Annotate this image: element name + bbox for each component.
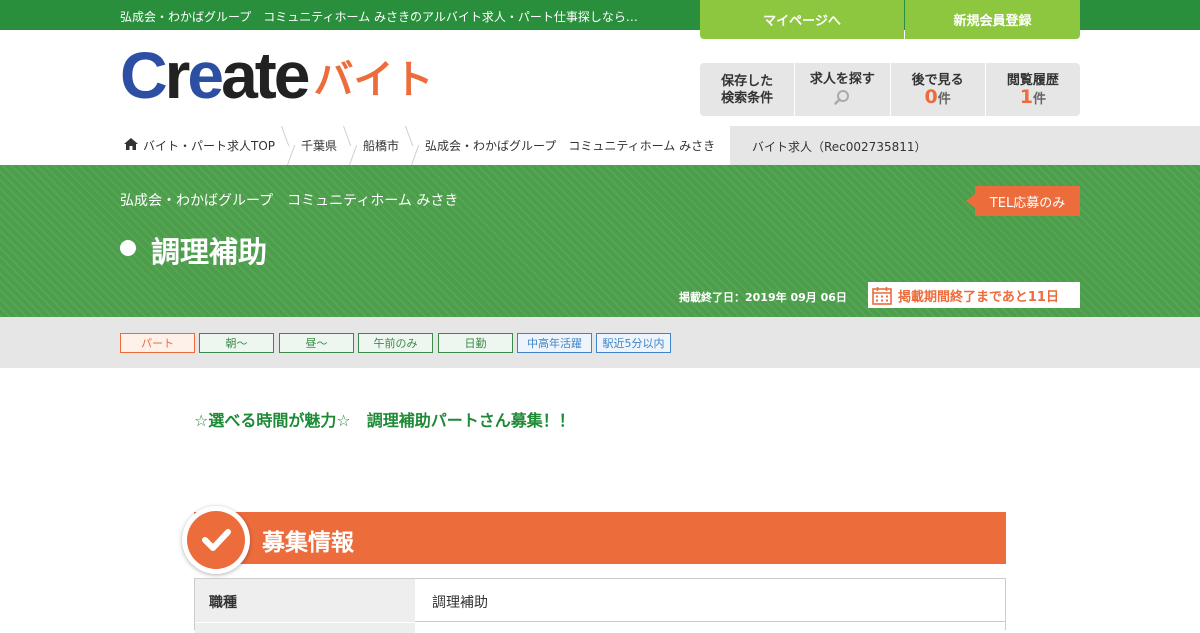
tag-near-station: 駅近5分以内 bbox=[596, 333, 671, 353]
saved-search-label-line2: 検索条件 bbox=[721, 90, 774, 106]
check-icon bbox=[182, 506, 250, 574]
calendar-icon bbox=[872, 286, 892, 305]
saved-search-button[interactable]: 保存した 検索条件 bbox=[700, 63, 796, 116]
logo-letter-r: r bbox=[164, 38, 191, 112]
tel-only-badge: TEL応募のみ bbox=[966, 186, 1080, 216]
breadcrumb-current: バイト求人（Rec002735811） bbox=[752, 140, 927, 154]
breadcrumb-label: バイト・パート求人TOP bbox=[143, 139, 276, 153]
row-value: 調理補助 bbox=[432, 595, 488, 611]
history-button[interactable]: 閲覧履歴 1件 bbox=[986, 63, 1080, 116]
tag-middle-aged: 中高年活躍 bbox=[517, 333, 592, 353]
history-unit: 件 bbox=[1032, 91, 1046, 107]
breadcrumb-label: 弘成会・わかばグループ コミュニティホーム みさき bbox=[425, 139, 716, 153]
breadcrumb: バイト・パート求人TOP 千葉県 船橋市 弘成会・わかばグループ コミュニティホ… bbox=[0, 126, 1200, 165]
watch-later-count: 0 bbox=[924, 85, 938, 108]
posting-end-date: 掲載終了日：2019年 09月 06日 bbox=[679, 291, 847, 304]
breadcrumb-item-city[interactable]: 船橋市 bbox=[363, 137, 399, 154]
mypage-button[interactable]: マイページへ bbox=[700, 0, 904, 39]
breadcrumb-item-prefecture[interactable]: 千葉県 bbox=[301, 137, 337, 154]
logo-letter-e: e bbox=[187, 38, 224, 112]
breadcrumb-separator bbox=[281, 126, 295, 165]
tag-morning: 朝～ bbox=[199, 333, 274, 353]
breadcrumb-separator bbox=[405, 126, 419, 165]
watch-later-button[interactable]: 後で見る 0件 bbox=[891, 63, 986, 116]
company-name: 弘成会・わかばグループ コミュニティホーム みさき bbox=[120, 193, 459, 209]
search-icon bbox=[834, 89, 850, 109]
breadcrumb-item-company[interactable]: 弘成会・わかばグループ コミュニティホーム みさき bbox=[425, 137, 715, 154]
job-title: 調理補助 bbox=[151, 235, 268, 269]
breadcrumb-item-top[interactable]: バイト・パート求人TOP bbox=[124, 137, 275, 154]
site-logo[interactable]: Create バイト bbox=[120, 42, 434, 108]
logo-letters-ate: ate bbox=[221, 38, 310, 112]
header-tools: 保存した 検索条件 求人を探す 後で見る 0件 閲覧履歴 1件 bbox=[700, 63, 1080, 116]
tag-morning-only: 午前のみ bbox=[358, 333, 433, 353]
breadcrumb-separator bbox=[343, 126, 357, 165]
section-title: 募集情報 bbox=[262, 530, 354, 556]
history-count: 1 bbox=[1019, 85, 1033, 108]
tag-noon: 昼～ bbox=[279, 333, 354, 353]
home-icon bbox=[124, 137, 138, 154]
tag-bar: パート 朝～ 昼～ 午前のみ 日勤 中高年活躍 駅近5分以内 bbox=[0, 317, 1200, 368]
table-row: 職種 調理補助 bbox=[195, 579, 1005, 622]
tag-day-shift: 日勤 bbox=[438, 333, 513, 353]
job-banner: 弘成会・わかばグループ コミュニティホーム みさき 調理補助 TEL応募のみ 掲… bbox=[0, 165, 1200, 317]
catch-copy: ☆選べる時間が魅力☆ 調理補助パートさん募集！！ bbox=[194, 411, 575, 430]
table-row-next-label bbox=[195, 623, 415, 633]
logo-letter-c: C bbox=[120, 38, 168, 112]
title-bullet-icon bbox=[120, 240, 136, 256]
remaining-days-text: 掲載期間終了まであと11日 bbox=[898, 289, 1059, 305]
tag-part-time: パート bbox=[120, 333, 195, 353]
site-tagline: 弘成会・わかばグループ コミュニティホーム みさきのアルバイト求人・パート仕事探… bbox=[120, 10, 638, 24]
find-jobs-label: 求人を探す bbox=[809, 71, 875, 87]
saved-search-label-line1: 保存した bbox=[721, 73, 774, 89]
find-jobs-button[interactable]: 求人を探す bbox=[795, 63, 891, 116]
logo-wordmark: Create bbox=[120, 42, 310, 108]
watch-later-unit: 件 bbox=[937, 91, 951, 107]
breadcrumb-label: 千葉県 bbox=[301, 139, 338, 153]
register-button[interactable]: 新規会員登録 bbox=[905, 0, 1080, 39]
logo-subtitle: バイト bbox=[313, 57, 434, 103]
job-info-table: 職種 調理補助 bbox=[194, 578, 1006, 633]
row-label: 職種 bbox=[195, 579, 415, 622]
breadcrumb-label: 船橋市 bbox=[363, 139, 400, 153]
remaining-days-badge: 掲載期間終了まであと11日 bbox=[868, 282, 1080, 308]
section-header: 募集情報 bbox=[194, 512, 1006, 564]
